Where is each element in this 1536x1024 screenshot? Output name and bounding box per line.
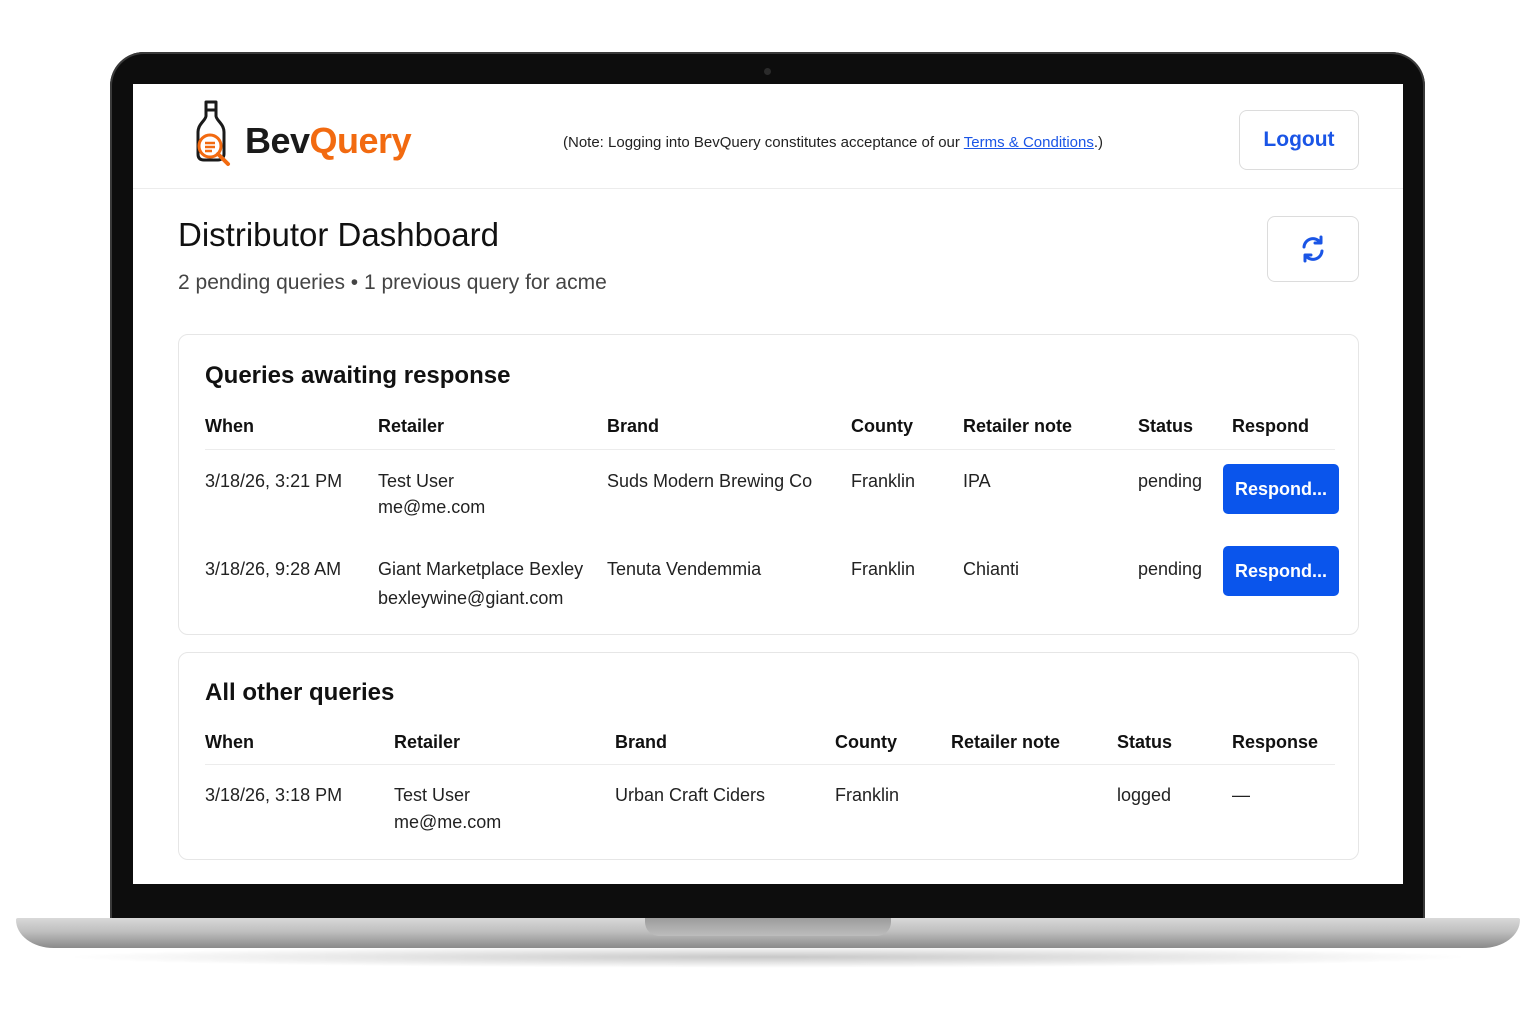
other-queries-card: All other queries When Retailer Brand Co… [178,652,1359,860]
terms-link[interactable]: Terms & Conditions [964,134,1094,151]
terms-note: (Note: Logging into BevQuery constitutes… [563,134,1104,151]
col-retailer: Retailer [378,416,445,436]
col-retailer-note: Retailer note [951,732,1061,752]
pending-queries-title: Queries awaiting response [205,362,511,389]
cell-status: pending [1138,559,1203,579]
col-retailer: Retailer [394,732,461,752]
respond-button[interactable]: Respond... [1223,464,1339,514]
laptop-shadow [60,946,1476,968]
cell-when: 3/18/26, 3:21 PM [205,471,343,491]
refresh-icon [1302,235,1324,263]
col-retailer-note: Retailer note [963,416,1073,436]
col-county: County [851,416,913,436]
refresh-button[interactable] [1267,216,1359,282]
app-header: BevQuery (Note: Logging into BevQuery co… [133,84,1403,189]
header-divider [205,449,1335,450]
col-brand: Brand [607,416,660,436]
cell-status: logged [1117,785,1172,805]
cell-county: Franklin [851,471,916,491]
col-when: When [205,416,254,436]
cell-retailer: Giant Marketplace Bexley [378,559,584,579]
col-respond: Respond [1232,416,1310,436]
page-title: Distributor Dashboard [178,216,499,253]
cell-county: Franklin [835,785,900,805]
cell-brand: Tenuta Vendemmia [607,559,762,579]
cell-retailer: Test User [378,471,455,491]
webcam [764,68,771,75]
cell-county: Franklin [851,559,916,579]
cell-brand: Suds Modern Brewing Co [607,471,813,491]
screen: BevQuery (Note: Logging into BevQuery co… [133,84,1403,884]
page-subtitle: 2 pending queries • 1 previous query for… [178,271,607,294]
col-brand: Brand [615,732,668,752]
cell-note: Chianti [963,559,1020,579]
col-county: County [835,732,897,752]
col-status: Status [1117,732,1173,752]
cell-retailer-email: bexleywine@giant.com [378,588,564,608]
cell-retailer: Test User [394,785,471,805]
cell-brand: Urban Craft Ciders [615,785,766,805]
laptop-notch [645,918,891,936]
app-logo: BevQuery [245,120,412,161]
col-when: When [205,732,254,752]
col-response: Response [1232,732,1319,752]
cell-when: 3/18/26, 9:28 AM [205,559,342,579]
respond-button[interactable]: Respond... [1223,546,1339,596]
logout-button[interactable]: Logout [1239,110,1359,170]
cell-note: IPA [963,471,991,491]
cell-retailer-email: me@me.com [394,812,502,832]
cell-response: — [1232,785,1250,805]
cell-retailer-email: me@me.com [378,497,486,517]
cell-status: pending [1138,471,1203,491]
header-divider [205,764,1335,765]
cell-when: 3/18/26, 3:18 PM [205,785,343,805]
pending-queries-card: Queries awaiting response When Retailer … [178,334,1359,635]
bottle-search-icon [196,100,230,166]
other-queries-title: All other queries [205,679,395,706]
col-status: Status [1138,416,1194,436]
